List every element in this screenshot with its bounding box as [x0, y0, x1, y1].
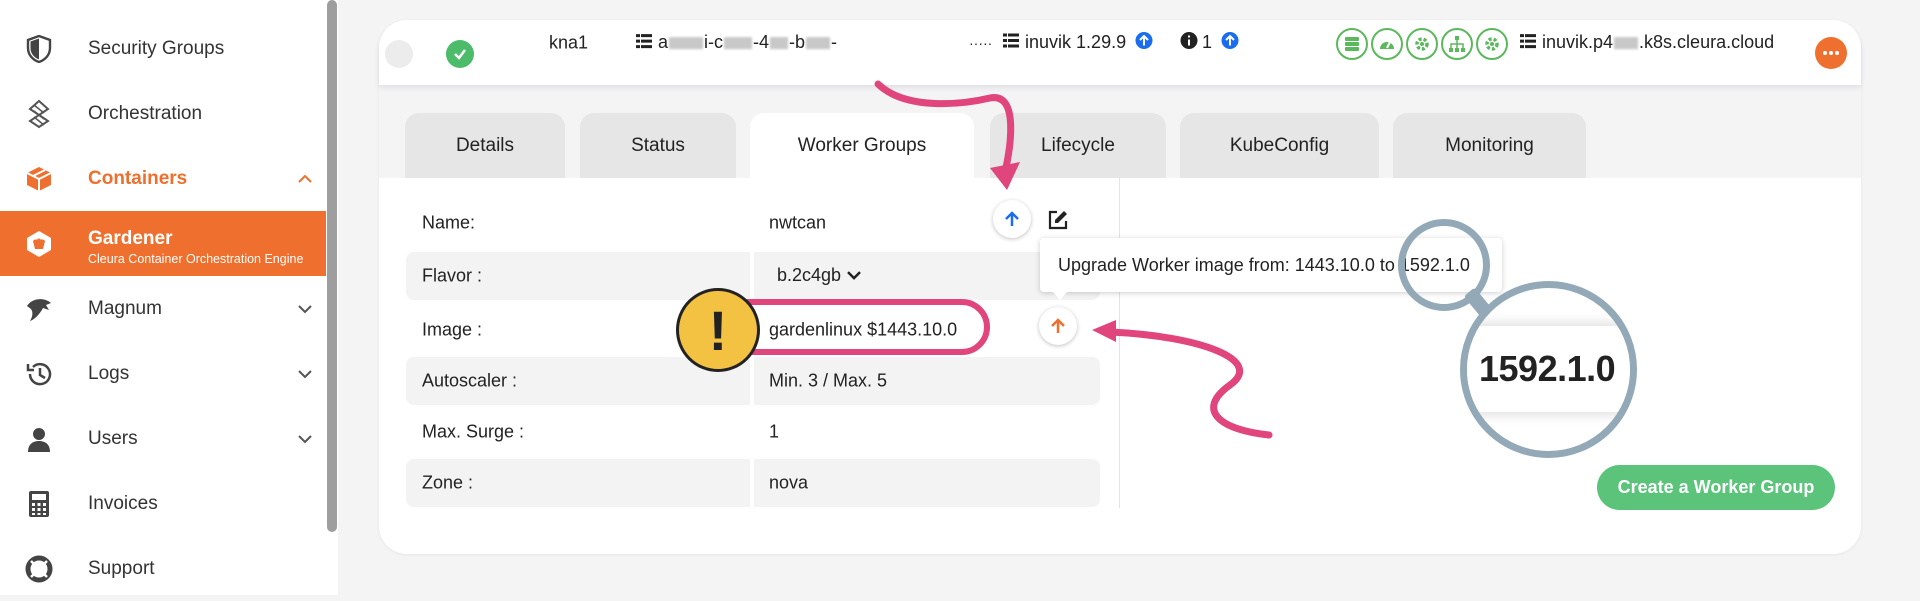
- pink-arrow-top: [874, 80, 1015, 176]
- create-worker-group-button[interactable]: Create a Worker Group: [1597, 465, 1835, 510]
- pink-arrow-bottom: [1106, 328, 1273, 439]
